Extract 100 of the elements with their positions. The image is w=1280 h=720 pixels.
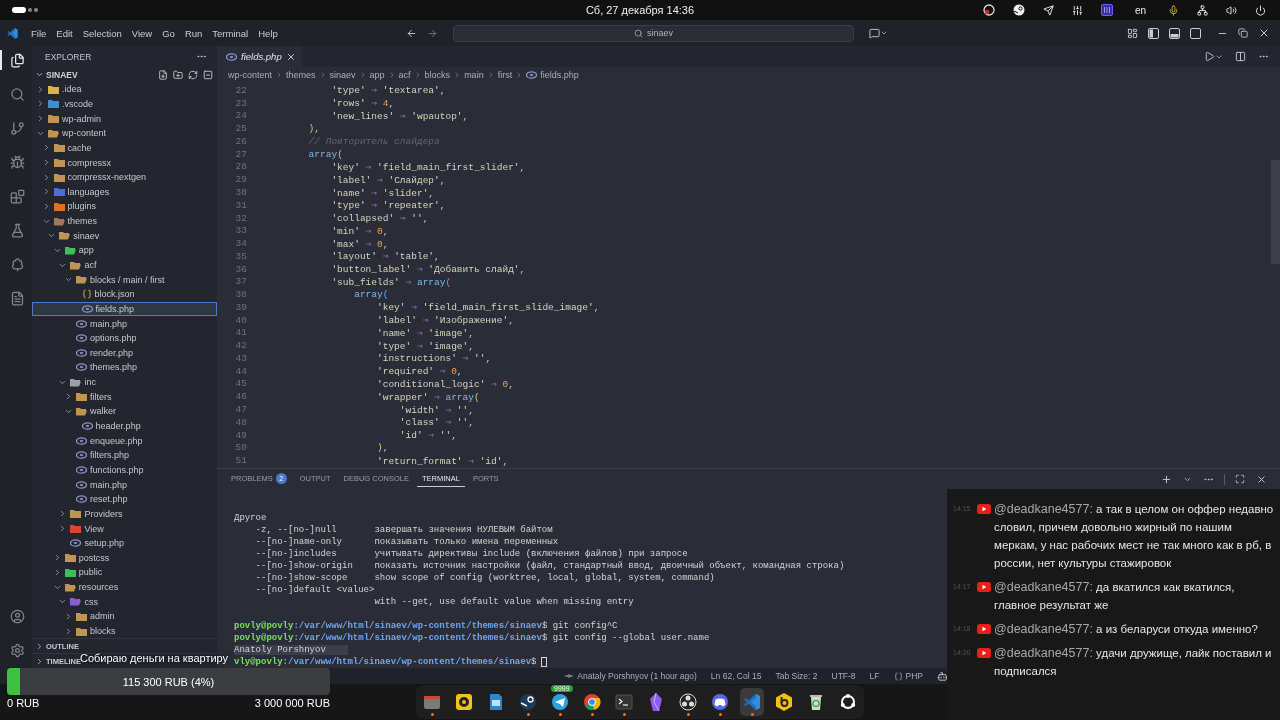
new-file-icon[interactable] — [158, 69, 168, 80]
menu-item[interactable]: Run — [180, 25, 207, 41]
robot-icon[interactable] — [937, 670, 948, 682]
language-mode[interactable]: PHP — [893, 671, 923, 681]
menu-item[interactable]: Terminal — [208, 25, 253, 41]
tree-item[interactable]: block.json — [32, 286, 217, 302]
tree-item[interactable]: compressx-nextgen — [32, 169, 217, 185]
collapse-icon[interactable] — [203, 69, 213, 80]
equalizer-icon[interactable] — [1071, 4, 1083, 16]
tree-item[interactable]: options.php — [32, 330, 217, 346]
tree-item[interactable]: languages — [32, 184, 217, 200]
breadcrumb-item[interactable]: wp-content — [227, 69, 274, 80]
tree-item[interactable]: wp-content — [32, 125, 217, 141]
new-folder-icon[interactable] — [173, 69, 183, 80]
menu-item[interactable]: Edit — [52, 25, 77, 41]
tree-item[interactable]: setup.php — [32, 535, 217, 551]
tree-item[interactable]: fields.php — [32, 301, 217, 317]
breadcrumb-item[interactable]: app — [368, 69, 386, 80]
tree-item[interactable]: public — [32, 565, 217, 580]
line-number: 25 — [234, 123, 248, 135]
tree-item[interactable]: filters.php — [32, 448, 217, 463]
refresh-icon[interactable] — [188, 69, 198, 80]
line-number: 51 — [234, 455, 248, 467]
tree-item[interactable]: postcss — [32, 550, 217, 566]
tree-item[interactable]: blocks — [32, 623, 217, 638]
menu-item[interactable]: File — [27, 25, 51, 41]
power-icon[interactable] — [1255, 4, 1266, 16]
tree-item[interactable]: themes.php — [32, 360, 217, 375]
breadcrumb-item[interactable]: themes — [285, 69, 317, 80]
breadcrumb-item[interactable]: main — [463, 69, 485, 80]
tree-item[interactable]: wp-admin — [32, 111, 217, 126]
status-item[interactable]: Ln 62, Col 15 — [710, 671, 762, 681]
line-number: 37 — [234, 276, 248, 288]
tree-item[interactable]: compressx — [32, 155, 217, 170]
code-line: array( — [307, 148, 343, 160]
network-icon[interactable] — [1197, 4, 1208, 16]
tree-item[interactable]: View — [32, 521, 217, 536]
clock[interactable]: Сб, 27 декабря 14:36 — [585, 4, 695, 16]
arrow-left-icon — [406, 27, 417, 39]
terminal-cursor — [541, 657, 548, 667]
line-number: 22 — [234, 84, 248, 96]
breadcrumb-item[interactable]: sinaev — [328, 69, 357, 80]
breadcrumb-item[interactable]: blocks — [423, 69, 452, 80]
tree-item[interactable]: inc — [32, 374, 217, 390]
tree-item[interactable]: resources — [32, 579, 217, 595]
tree-item[interactable]: acf — [32, 257, 217, 273]
breadcrumb-item[interactable]: fields.php — [525, 69, 580, 80]
tree-item[interactable]: blocks / main / first — [32, 272, 217, 287]
code-line: 'id' ⇒ '', — [398, 429, 457, 442]
tree-item[interactable]: sinaev — [32, 228, 217, 244]
tree-item[interactable]: css — [32, 594, 217, 610]
code-line: 'class' ⇒ '', — [398, 416, 474, 429]
editor-tab[interactable]: fields.php — [217, 46, 302, 67]
tree-item[interactable]: cache — [32, 140, 217, 156]
line-number: 43 — [234, 352, 248, 364]
code-line: ), — [376, 442, 389, 454]
progress-goal: 3 000 000 RUB — [254, 697, 330, 709]
status-item[interactable]: LF — [869, 671, 880, 681]
command-center[interactable]: sinaev — [453, 24, 854, 42]
bars-box-icon[interactable] — [1100, 4, 1113, 16]
paper-plane-icon[interactable] — [1042, 4, 1054, 16]
menu-item[interactable]: Go — [158, 25, 179, 41]
breadcrumb-item[interactable]: first — [496, 69, 514, 80]
circle-logo-icon[interactable] — [1012, 4, 1025, 16]
tree-item[interactable]: Providers — [32, 506, 217, 522]
git-blame-status[interactable]: Anataly Porshnyov (1 hour ago) — [564, 671, 697, 681]
workspace-indicator[interactable] — [12, 6, 38, 14]
tree-item[interactable]: .idea — [32, 82, 217, 97]
oval-file-icon — [76, 436, 87, 445]
menu-item[interactable]: View — [127, 25, 157, 41]
breadcrumb-item[interactable]: acf — [397, 69, 412, 80]
close-icon — [285, 51, 296, 62]
tree-item[interactable]: enqueue.php — [32, 433, 217, 448]
keyboard-layout[interactable]: en — [1130, 4, 1150, 16]
tree-item[interactable]: .vscode — [32, 96, 217, 112]
tree-item[interactable]: main.php — [32, 477, 217, 492]
status-item[interactable]: Tab Size: 2 — [775, 671, 818, 681]
microphone-icon[interactable] — [1168, 4, 1179, 16]
tree-item[interactable]: filters — [32, 389, 217, 405]
tree-item[interactable]: admin — [32, 609, 217, 624]
tree-item[interactable]: themes — [32, 213, 217, 229]
blocks-icon — [9, 188, 25, 204]
tree-item[interactable]: main.php — [32, 316, 217, 331]
record-icon[interactable] — [982, 4, 995, 16]
status-item[interactable]: UTF-8 — [831, 671, 856, 681]
menu-item[interactable]: Selection — [78, 25, 126, 41]
tree-item[interactable]: app — [32, 243, 217, 258]
code-line: 'return_format' ⇒ 'id', — [376, 454, 509, 467]
tree-item[interactable]: reset.php — [32, 491, 217, 507]
volume-icon[interactable] — [1226, 4, 1237, 16]
menu-item[interactable]: Help — [254, 25, 282, 41]
tree-item[interactable]: plugins — [32, 199, 217, 214]
tree-item[interactable]: walker — [32, 404, 217, 419]
tree-item[interactable]: render.php — [32, 345, 217, 361]
tree-item[interactable]: functions.php — [32, 462, 217, 478]
tree-item[interactable]: header.php — [32, 418, 217, 434]
code-line: 'width' ⇒ '', — [398, 403, 474, 416]
workspace-root[interactable]: SINAEV — [32, 67, 217, 82]
code-line: // Повторитель слайдера — [307, 135, 440, 147]
terminal-line: --[no-]default <value> — [254, 585, 375, 595]
